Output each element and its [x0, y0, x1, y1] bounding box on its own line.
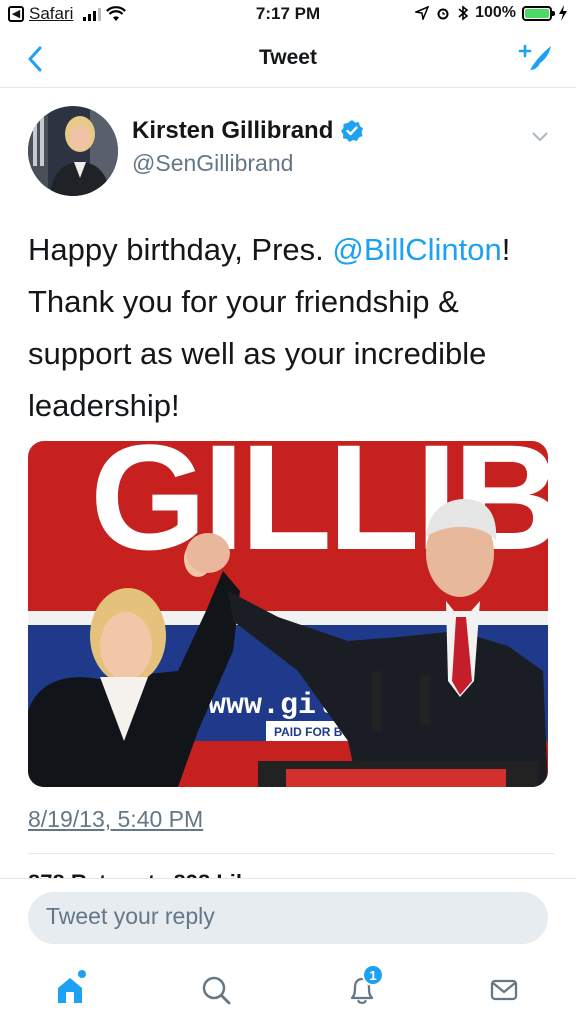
back-arrow-icon: ◀ — [8, 6, 24, 22]
author-name[interactable]: Kirsten Gillibrand — [132, 117, 364, 145]
home-icon — [58, 978, 82, 1003]
divider — [28, 853, 554, 854]
tweet-photo-image: GILLIBR www.gill PAID FOR B — [28, 441, 548, 787]
battery-percent: 100% — [475, 4, 516, 21]
chevron-down-icon — [532, 132, 548, 142]
wifi-icon — [106, 6, 127, 21]
mention-link[interactable]: @BillClinton — [332, 232, 501, 267]
compose-tweet-icon — [518, 44, 551, 75]
page-title: Tweet — [259, 46, 317, 69]
reply-input[interactable]: Tweet your reply — [28, 892, 548, 944]
battery-icon — [522, 5, 555, 21]
author-name-text: Kirsten Gillibrand — [132, 117, 334, 144]
alarm-icon — [437, 8, 449, 20]
charging-icon — [559, 5, 567, 21]
cellular-signal-icon — [83, 7, 102, 21]
compose-button[interactable] — [516, 40, 556, 80]
tweet-options-button[interactable] — [530, 126, 550, 146]
photo-paid-text: PAID FOR B — [274, 725, 343, 739]
reply-bar: Tweet your reply — [0, 878, 576, 954]
status-bar: ◀ Safari 7:17 PM 100% — [0, 0, 576, 32]
avatar-image — [28, 106, 118, 196]
status-right: 100% — [415, 4, 568, 22]
tab-bar: 1 — [0, 954, 576, 1024]
envelope-icon — [490, 979, 518, 1001]
tweet-text-start: Happy birthday, Pres. — [28, 232, 333, 267]
author-handle[interactable]: @SenGillibrand — [132, 150, 293, 177]
tab-messages[interactable] — [484, 970, 524, 1010]
battery-fill — [525, 8, 549, 18]
notifications-badge: 1 — [362, 964, 384, 986]
tweet-photo[interactable]: GILLIBR www.gill PAID FOR B — [28, 441, 548, 787]
tab-notifications[interactable]: 1 — [342, 964, 384, 1010]
back-to-app[interactable]: ◀ Safari — [8, 4, 127, 24]
bluetooth-icon — [458, 5, 469, 21]
tweet-timestamp[interactable]: 8/19/13, 5:40 PM — [28, 806, 203, 833]
home-unread-dot — [78, 970, 86, 978]
location-icon — [415, 6, 430, 20]
back-app-label: Safari — [29, 4, 74, 23]
tweet-text: Happy birthday, Pres. @BillClinton! Than… — [28, 224, 558, 432]
tab-search[interactable] — [196, 970, 236, 1010]
search-icon — [202, 976, 231, 1005]
verified-badge-icon — [341, 120, 364, 142]
avatar[interactable] — [28, 106, 118, 196]
tab-home[interactable] — [50, 970, 90, 1010]
nav-bar: Tweet — [0, 32, 576, 88]
